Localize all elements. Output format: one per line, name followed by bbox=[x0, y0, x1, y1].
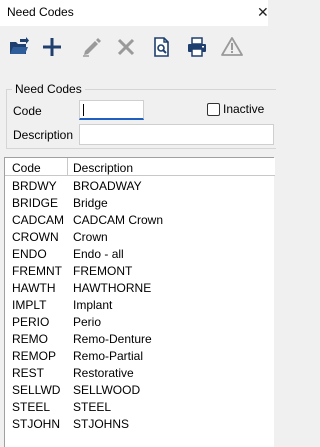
cell-description: Endo - all bbox=[73, 247, 124, 261]
table-row[interactable]: STJOHN STJOHNS bbox=[5, 415, 275, 432]
table-row[interactable]: CADCAM CADCAM Crown bbox=[5, 211, 275, 228]
need-codes-grid[interactable]: Code Description BRDWY BROADWAY BRIDGE Brid… bbox=[4, 157, 275, 447]
table-row[interactable]: SELLWD SELLWOOD bbox=[5, 381, 275, 398]
add-icon bbox=[43, 38, 61, 56]
toolbar bbox=[0, 30, 268, 64]
table-row[interactable]: HAWTH HAWTHORNE bbox=[5, 279, 275, 296]
cell-description: Bridge bbox=[73, 196, 108, 210]
inactive-checkbox-control[interactable]: Inactive bbox=[207, 102, 264, 116]
cell-code: REST bbox=[12, 366, 45, 380]
column-header-code[interactable]: Code bbox=[12, 161, 41, 175]
edit-button[interactable] bbox=[79, 34, 105, 60]
inactive-label: Inactive bbox=[223, 102, 265, 116]
cell-code: SELLWD bbox=[12, 383, 61, 397]
cell-code: CADCAM bbox=[12, 213, 65, 227]
description-input[interactable] bbox=[79, 124, 274, 145]
text-caret bbox=[83, 104, 84, 116]
cell-code: STEEL bbox=[12, 400, 51, 414]
delete-button[interactable] bbox=[113, 34, 139, 60]
close-button[interactable]: ✕ bbox=[257, 0, 273, 26]
window-title: Need Codes bbox=[7, 5, 74, 19]
table-row[interactable]: FREMNT FREMONT bbox=[5, 262, 275, 279]
cell-code: BRIDGE bbox=[12, 196, 59, 210]
cell-code: HAWTH bbox=[12, 281, 56, 295]
print-button[interactable] bbox=[184, 34, 210, 60]
table-row[interactable]: BRDWY BROADWAY bbox=[5, 177, 275, 194]
cell-code: CROWN bbox=[12, 230, 59, 244]
cell-description: Remo-Denture bbox=[73, 332, 152, 346]
print-icon bbox=[188, 37, 206, 57]
cell-code: REMO bbox=[12, 332, 48, 346]
cell-description: STEEL bbox=[73, 400, 112, 414]
cell-code: STJOHN bbox=[12, 417, 60, 431]
open-icon bbox=[10, 37, 29, 54]
grid-header: Code Description bbox=[5, 158, 275, 176]
column-divider[interactable] bbox=[67, 158, 68, 176]
cell-description: FREMONT bbox=[73, 264, 133, 278]
cell-description: Perio bbox=[73, 315, 102, 329]
table-row[interactable]: REMOP Remo-Partial bbox=[5, 347, 275, 364]
table-row[interactable]: STEEL STEEL bbox=[5, 398, 275, 415]
cell-description: Crown bbox=[73, 230, 108, 244]
table-row[interactable]: ENDO Endo - all bbox=[5, 245, 275, 262]
delete-icon bbox=[117, 38, 135, 56]
cell-description: SELLWOOD bbox=[73, 383, 141, 397]
table-row[interactable]: REMO Remo-Denture bbox=[5, 330, 275, 347]
table-row[interactable]: PERIO Perio bbox=[5, 313, 275, 330]
cell-description: HAWTHORNE bbox=[73, 281, 152, 295]
open-button[interactable] bbox=[6, 34, 32, 60]
warning-button[interactable] bbox=[219, 34, 245, 60]
preview-icon bbox=[154, 37, 169, 57]
cell-description: CADCAM Crown bbox=[73, 213, 164, 227]
table-row[interactable]: CROWN Crown bbox=[5, 228, 275, 245]
cell-code: ENDO bbox=[12, 247, 47, 261]
description-label: Description bbox=[13, 128, 74, 142]
code-label: Code bbox=[13, 104, 42, 118]
title-bar: Need Codes ✕ bbox=[0, 0, 269, 26]
cell-description: Implant bbox=[73, 298, 113, 312]
cell-code: PERIO bbox=[12, 315, 50, 329]
inactive-checkbox[interactable] bbox=[207, 102, 220, 116]
table-row[interactable]: REST Restorative bbox=[5, 364, 275, 381]
preview-button[interactable] bbox=[149, 34, 175, 60]
cell-description: Remo-Partial bbox=[73, 349, 144, 363]
add-button[interactable] bbox=[39, 34, 65, 60]
grid-rows: BRDWY BROADWAY BRIDGE Bridge CADCAM CADCAM Cr… bbox=[5, 177, 275, 432]
cell-code: BRDWY bbox=[12, 179, 57, 193]
cell-code: REMOP bbox=[12, 349, 57, 363]
cell-description: Restorative bbox=[73, 366, 134, 380]
cell-code: FREMNT bbox=[12, 264, 62, 278]
code-input[interactable] bbox=[79, 100, 144, 120]
table-row[interactable]: IMPLT Implant bbox=[5, 296, 275, 313]
need-codes-window: Need Codes ✕ Need Codes Code Inactive De… bbox=[0, 0, 276, 447]
column-header-description[interactable]: Description bbox=[73, 161, 133, 175]
cell-description: STJOHNS bbox=[73, 417, 130, 431]
edit-icon bbox=[83, 38, 101, 57]
cell-code: IMPLT bbox=[12, 298, 47, 312]
warning-icon bbox=[221, 37, 243, 56]
table-row[interactable]: BRIDGE Bridge bbox=[5, 194, 275, 211]
cell-description: BROADWAY bbox=[73, 179, 142, 193]
filter-group-label: Need Codes bbox=[12, 82, 85, 96]
